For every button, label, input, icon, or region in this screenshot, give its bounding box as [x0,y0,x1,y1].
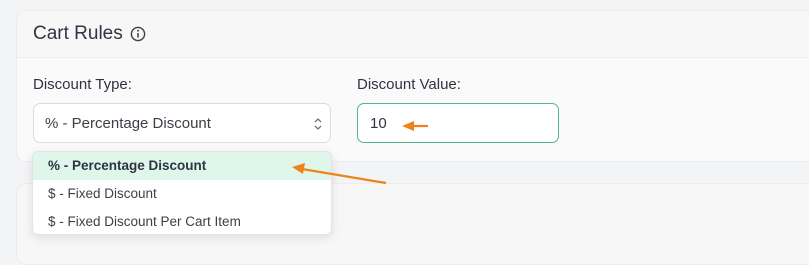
discount-type-label: Discount Type: [33,76,132,93]
select-caret-icon [312,115,324,133]
option-label: $ - Fixed Discount Per Cart Item [48,214,241,229]
discount-type-select[interactable]: % - Percentage Discount [33,103,331,143]
option-label: % - Percentage Discount [48,158,207,173]
dropdown-option-fixed-per-item[interactable]: $ - Fixed Discount Per Cart Item [33,208,331,234]
discount-value-input[interactable]: 10 [357,103,559,143]
dropdown-option-percentage[interactable]: % - Percentage Discount [33,152,331,180]
card-title: Cart Rules [33,23,123,44]
option-label: $ - Fixed Discount [48,186,157,201]
dropdown-option-fixed[interactable]: $ - Fixed Discount [33,180,331,208]
discount-value-label: Discount Value: [357,76,461,93]
cart-rules-card: Cart Rules Discount Type: % - Percentage… [16,10,809,162]
info-icon[interactable] [130,26,146,42]
discount-value-text: 10 [370,115,387,132]
card-header: Cart Rules [17,11,809,58]
discount-type-dropdown: % - Percentage Discount $ - Fixed Discou… [32,151,332,235]
discount-type-selected-value: % - Percentage Discount [45,115,211,132]
